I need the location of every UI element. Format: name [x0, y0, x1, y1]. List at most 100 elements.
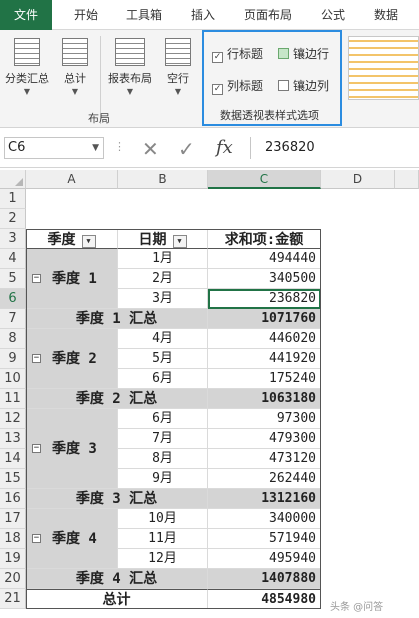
row-header-17[interactable]: 17 [0, 509, 26, 529]
month-cell[interactable]: 12月 [118, 549, 208, 569]
row-header-21[interactable]: 21 [0, 589, 26, 609]
amount-cell[interactable]: 495940 [208, 549, 321, 569]
banded-cols-option[interactable]: 镶边列 [278, 78, 329, 94]
col-headers-option[interactable]: ✓ 列标题 [212, 78, 263, 95]
tab-toolbox[interactable]: 工具箱 [122, 0, 166, 30]
subtotal-label-cell[interactable]: 季度 3 汇总 [26, 489, 208, 509]
column-header-c[interactable]: C [208, 170, 321, 189]
collapse-icon[interactable]: − [32, 274, 41, 283]
month-cell[interactable]: 4月 [118, 329, 208, 349]
collapse-icon[interactable]: − [32, 444, 41, 453]
row-header-11[interactable]: 11 [0, 389, 26, 409]
row-headers-option[interactable]: ✓ 行标题 [212, 46, 263, 63]
subtotal-label-cell[interactable]: 季度 4 汇总 [26, 569, 208, 589]
amount-cell[interactable]: 446020 [208, 329, 321, 349]
column-header-e[interactable] [395, 170, 419, 189]
tab-file[interactable]: 文件 [0, 0, 52, 30]
subtotal-value-cell[interactable]: 1071760 [208, 309, 321, 329]
column-header-a[interactable]: A [26, 170, 118, 189]
filter-dropdown-icon[interactable]: ▼ [81, 235, 96, 248]
filter-dropdown-icon[interactable]: ▼ [172, 235, 187, 248]
row-header-10[interactable]: 10 [0, 369, 26, 389]
amount-cell[interactable]: 175240 [208, 369, 321, 389]
subtotal-value-cell[interactable]: 1407880 [208, 569, 321, 589]
tab-insert[interactable]: 插入 [186, 0, 220, 30]
amount-cell[interactable]: 494440 [208, 249, 321, 269]
checkbox-unchecked-icon[interactable] [278, 80, 289, 91]
row-header-18[interactable]: 18 [0, 529, 26, 549]
amount-cell[interactable]: 479300 [208, 429, 321, 449]
month-cell[interactable]: 11月 [118, 529, 208, 549]
row-header-8[interactable]: 8 [0, 329, 26, 349]
quarter-group-label[interactable]: − 季度 4 [26, 509, 118, 569]
column-header-b[interactable]: B [118, 170, 208, 189]
row-header-6[interactable]: 6 [0, 289, 26, 309]
subtotals-button[interactable]: 分类汇总 ▼ [2, 38, 52, 96]
chevron-down-icon[interactable]: ▼ [92, 138, 99, 158]
header-quarter-cell[interactable]: 季度 ▼ [26, 229, 118, 249]
row-header-15[interactable]: 15 [0, 469, 26, 489]
column-header-d[interactable]: D [321, 170, 395, 189]
tab-home[interactable]: 开始 [68, 0, 104, 30]
row-header-5[interactable]: 5 [0, 269, 26, 289]
row-header-1[interactable]: 1 [0, 189, 26, 209]
tab-formulas[interactable]: 公式 [316, 0, 350, 30]
month-cell[interactable]: 5月 [118, 349, 208, 369]
amount-cell[interactable]: 236820 [208, 289, 321, 309]
month-cell[interactable]: 2月 [118, 269, 208, 289]
row-header-13[interactable]: 13 [0, 429, 26, 449]
subtotal-value-cell[interactable]: 1063180 [208, 389, 321, 409]
tab-page-layout[interactable]: 页面布局 [240, 0, 296, 30]
month-cell[interactable]: 10月 [118, 509, 208, 529]
amount-cell[interactable]: 262440 [208, 469, 321, 489]
row-header-20[interactable]: 20 [0, 569, 26, 589]
amount-cell[interactable]: 97300 [208, 409, 321, 429]
row-header-4[interactable]: 4 [0, 249, 26, 269]
quarter-group-label[interactable]: − 季度 1 [26, 249, 118, 309]
amount-cell[interactable]: 340500 [208, 269, 321, 289]
amount-cell[interactable]: 571940 [208, 529, 321, 549]
formula-input[interactable]: 236820 [250, 137, 419, 159]
row-header-7[interactable]: 7 [0, 309, 26, 329]
checkbox-unchecked-icon[interactable] [278, 48, 289, 59]
header-sum-cell[interactable]: 求和项:金额 [208, 229, 321, 249]
amount-cell[interactable]: 441920 [208, 349, 321, 369]
subtotal-label-cell[interactable]: 季度 2 汇总 [26, 389, 208, 409]
grand-total-label-cell[interactable]: 总计 [26, 589, 208, 609]
amount-cell[interactable]: 340000 [208, 509, 321, 529]
month-cell[interactable]: 8月 [118, 449, 208, 469]
row-header-9[interactable]: 9 [0, 349, 26, 369]
month-cell[interactable]: 9月 [118, 469, 208, 489]
banded-rows-option[interactable]: 镶边行 [278, 46, 329, 62]
select-all-corner[interactable] [0, 170, 26, 189]
month-cell[interactable]: 6月 [118, 409, 208, 429]
month-cell[interactable]: 7月 [118, 429, 208, 449]
quarter-group-label[interactable]: − 季度 3 [26, 409, 118, 489]
month-cell[interactable]: 1月 [118, 249, 208, 269]
row-header-14[interactable]: 14 [0, 449, 26, 469]
grand-totals-button[interactable]: 总计 ▼ [58, 38, 92, 96]
checkbox-checked-icon[interactable]: ✓ [212, 52, 223, 63]
month-cell[interactable]: 6月 [118, 369, 208, 389]
collapse-icon[interactable]: − [32, 354, 41, 363]
subtotal-label-cell[interactable]: 季度 1 汇总 [26, 309, 208, 329]
month-cell[interactable]: 3月 [118, 289, 208, 309]
collapse-icon[interactable]: − [32, 534, 41, 543]
row-header-16[interactable]: 16 [0, 489, 26, 509]
quarter-group-label[interactable]: − 季度 2 [26, 329, 118, 389]
cancel-icon[interactable]: ✕ [142, 137, 159, 161]
amount-cell[interactable]: 473120 [208, 449, 321, 469]
name-box[interactable]: C6 ▼ [4, 137, 104, 159]
subtotal-value-cell[interactable]: 1312160 [208, 489, 321, 509]
pivot-style-gallery[interactable] [348, 36, 419, 100]
header-date-cell[interactable]: 日期 ▼ [118, 229, 208, 249]
confirm-icon[interactable]: ✓ [178, 137, 195, 161]
report-layout-button[interactable]: 报表布局 ▼ [104, 38, 156, 96]
checkbox-checked-icon[interactable]: ✓ [212, 84, 223, 95]
row-header-3[interactable]: 3 [0, 229, 26, 249]
tab-data[interactable]: 数据 [369, 0, 403, 30]
grand-total-value-cell[interactable]: 4854980 [208, 589, 321, 609]
row-header-12[interactable]: 12 [0, 409, 26, 429]
insert-function-icon[interactable]: fx [216, 137, 233, 158]
blank-rows-button[interactable]: 空行 ▼ [162, 38, 194, 96]
